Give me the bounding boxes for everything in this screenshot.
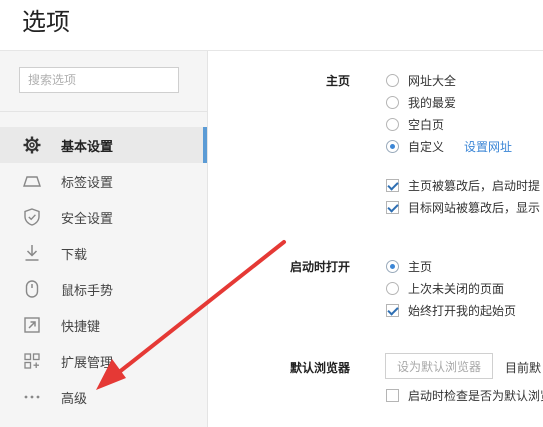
check-default-on-startup[interactable]: 启动时检查是否为默认浏览 xyxy=(386,387,543,404)
checkbox-checked[interactable] xyxy=(386,201,399,214)
mouse-icon xyxy=(22,279,42,299)
sidebar-item-mouse-gestures[interactable]: 鼠标手势 xyxy=(0,271,207,307)
option-label: 目标网站被篡改后，显示 xyxy=(408,201,541,215)
checkbox-checked[interactable] xyxy=(386,179,399,192)
set-url-link[interactable]: 设置网址 xyxy=(464,138,512,155)
sidebar-item-security-settings[interactable]: 安全设置 xyxy=(0,199,207,235)
shortcut-icon xyxy=(22,315,42,335)
sidebar-item-tab-settings[interactable]: 标签设置 xyxy=(0,163,207,199)
set-default-browser-button[interactable]: 设为默认浏览器 xyxy=(385,353,493,379)
sidebar-item-label: 标签设置 xyxy=(61,175,114,191)
homepage-tamper-site-check[interactable]: 目标网站被篡改后，显示 xyxy=(386,199,540,216)
sidebar-item-label: 安全设置 xyxy=(61,211,114,227)
shield-icon xyxy=(22,207,42,227)
sidebar-item-label: 下载 xyxy=(61,247,88,263)
sidebar-item-label: 基本设置 xyxy=(61,139,114,155)
settings-content: 主页 网址大全 我的最爱 空白页 自定义 设置网址 主页被篡改后，启动时提 目标… xyxy=(208,51,543,427)
sidebar-item-download[interactable]: 下载 xyxy=(0,235,207,271)
radio-button-selected[interactable] xyxy=(386,140,399,153)
search-input[interactable] xyxy=(19,67,179,93)
sidebar-item-label: 快捷键 xyxy=(61,319,101,335)
sidebar-item-advanced[interactable]: 高级 xyxy=(0,379,207,415)
homepage-option-3[interactable]: 空白页 xyxy=(386,116,444,133)
radio-button[interactable] xyxy=(386,74,399,87)
sidebar-item-label: 高级 xyxy=(61,391,88,407)
checkbox[interactable] xyxy=(386,389,399,402)
header: 选项 xyxy=(0,0,543,51)
option-label: 自定义 xyxy=(408,140,445,154)
download-icon xyxy=(22,243,42,263)
startup-option-last-session[interactable]: 上次未关闭的页面 xyxy=(386,280,504,297)
radio-button[interactable] xyxy=(386,96,399,109)
gear-icon xyxy=(22,135,42,155)
current-default-text: 目前默 xyxy=(505,361,542,375)
startup-label: 启动时打开 xyxy=(289,260,350,274)
sidebar-item-extensions[interactable]: 扩展管理 xyxy=(0,343,207,379)
radio-button[interactable] xyxy=(386,118,399,131)
homepage-option-2[interactable]: 我的最爱 xyxy=(386,94,456,111)
extensions-icon xyxy=(22,351,42,371)
option-label: 始终打开我的起始页 xyxy=(408,304,517,318)
sidebar-divider xyxy=(0,111,207,112)
sidebar-item-shortcuts[interactable]: 快捷键 xyxy=(0,307,207,343)
radio-button[interactable] xyxy=(386,282,399,295)
radio-button-selected[interactable] xyxy=(386,260,399,273)
startup-start-page-check[interactable]: 始终打开我的起始页 xyxy=(386,302,516,319)
default-browser-label: 默认浏览器 xyxy=(289,361,350,375)
option-label: 上次未关闭的页面 xyxy=(408,282,505,296)
homepage-tamper-startup-check[interactable]: 主页被篡改后，启动时提 xyxy=(386,177,540,194)
option-label: 主页被篡改后，启动时提 xyxy=(408,179,541,193)
option-label: 网址大全 xyxy=(408,74,457,88)
sidebar-item-label: 扩展管理 xyxy=(61,355,114,371)
homepage-option-1[interactable]: 网址大全 xyxy=(386,72,456,89)
option-label: 启动时检查是否为默认浏览 xyxy=(408,389,543,403)
homepage-label: 主页 xyxy=(325,74,350,88)
more-icon xyxy=(22,387,42,407)
option-label: 主页 xyxy=(408,260,433,274)
page-title: 选项 xyxy=(22,8,70,36)
sidebar: 基本设置 标签设置 安全设置 xyxy=(0,51,208,427)
tab-icon xyxy=(22,171,42,191)
startup-option-homepage[interactable]: 主页 xyxy=(386,258,432,275)
option-label: 我的最爱 xyxy=(408,96,457,110)
sidebar-nav: 基本设置 标签设置 安全设置 下载 鼠标手势 快捷键 扩展管理 高级 xyxy=(0,127,207,415)
checkbox-checked[interactable] xyxy=(386,304,399,317)
sidebar-item-basic-settings[interactable]: 基本设置 xyxy=(0,127,207,163)
sidebar-item-label: 鼠标手势 xyxy=(61,283,114,299)
homepage-option-custom[interactable]: 自定义 设置网址 xyxy=(386,138,512,155)
option-label: 空白页 xyxy=(408,118,445,132)
